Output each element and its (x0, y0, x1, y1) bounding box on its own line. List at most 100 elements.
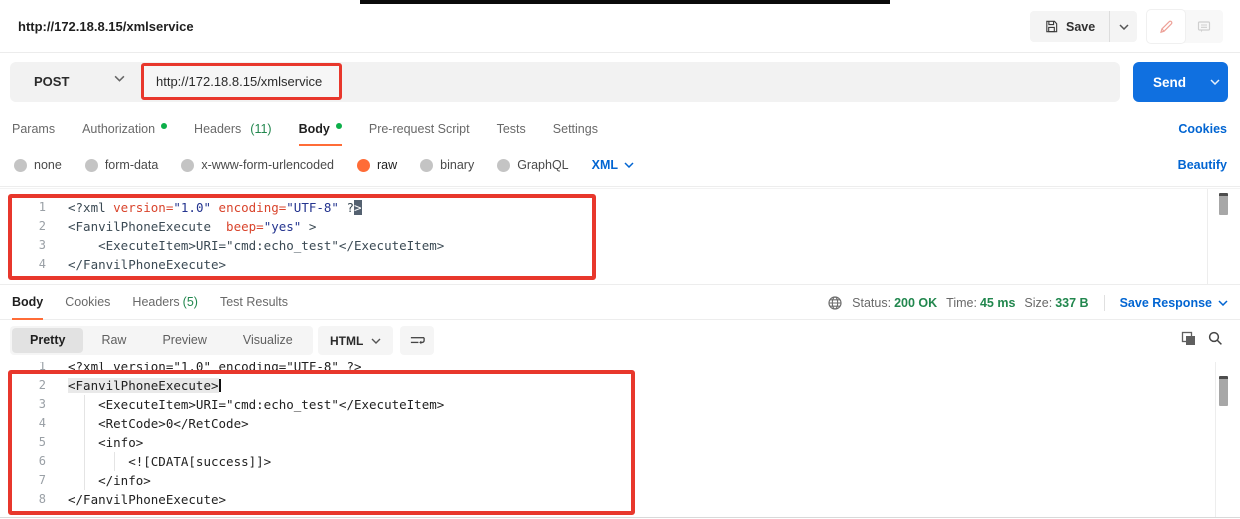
view-tab-raw[interactable]: Raw (83, 328, 144, 353)
edit-request-button[interactable] (1147, 10, 1185, 43)
globe-icon[interactable] (827, 295, 843, 311)
line-number: 6 (0, 452, 46, 471)
save-button[interactable]: Save (1030, 11, 1109, 42)
wrap-line-icon (409, 334, 426, 348)
chevron-down-icon (371, 338, 381, 344)
save-dropdown-button[interactable] (1109, 11, 1137, 42)
view-tab-visualize[interactable]: Visualize (225, 328, 311, 353)
line-number: 2 (0, 376, 46, 395)
code-line[interactable]: 1<?xml version="1.0" encoding="UTF-8" ?> (0, 198, 1240, 217)
method-select[interactable]: POST (34, 62, 69, 102)
line-number: 8 (0, 490, 46, 509)
cookies-link[interactable]: Cookies (1178, 112, 1227, 146)
request-tabs: Params Authorization Headers(11) Body Pr… (0, 112, 1240, 146)
line-number: 1 (0, 198, 46, 217)
copy-icon (1180, 330, 1197, 347)
line-number: 3 (0, 395, 46, 414)
code-line[interactable]: 4 <RetCode>0</RetCode> (0, 414, 1240, 433)
save-floppy-icon (1044, 19, 1059, 34)
code-line[interactable]: 4</FanvilPhoneExecute> (0, 255, 1240, 274)
code-line[interactable]: 1<?xml version="1.0" encoding="UTF-8" ?> (0, 362, 1240, 376)
radio-icon (420, 159, 433, 172)
bodytype-binary[interactable]: binary (420, 158, 474, 172)
green-dot-icon (336, 123, 342, 129)
response-header: Body Cookies Headers(5) Test Results Sta… (0, 285, 1240, 320)
chevron-down-icon (624, 162, 634, 168)
code-line[interactable]: 3 <ExecuteItem>URI="cmd:echo_test"</Exec… (0, 236, 1240, 255)
radio-icon (14, 159, 27, 172)
indent-guide (84, 395, 85, 490)
wrap-line-button[interactable] (400, 326, 434, 355)
bodytype-urlencoded[interactable]: x-www-form-urlencoded (181, 158, 334, 172)
size-metric: Size:337 B (1024, 296, 1088, 310)
request-body-editor[interactable]: 1<?xml version="1.0" encoding="UTF-8" ?>… (0, 188, 1240, 285)
chevron-down-icon[interactable] (114, 75, 125, 82)
radio-icon (85, 159, 98, 172)
beautify-link[interactable]: Beautify (1178, 148, 1227, 182)
bodytype-raw[interactable]: raw (357, 158, 397, 172)
response-view-tabs: Pretty Raw Preview Visualize (10, 326, 313, 355)
line-number: 3 (0, 236, 46, 255)
scrollbar-thumb[interactable] (1219, 193, 1228, 215)
response-tab-body[interactable]: Body (12, 285, 43, 320)
divider (0, 186, 1240, 187)
request-meta-buttons (1147, 10, 1223, 43)
scrollbar-thumb[interactable] (1219, 376, 1228, 406)
response-body-editor[interactable]: 1<?xml version="1.0" encoding="UTF-8" ?>… (0, 362, 1240, 517)
send-button[interactable]: Send (1133, 62, 1228, 102)
comments-button[interactable] (1185, 10, 1223, 43)
bodytype-form-data[interactable]: form-data (85, 158, 159, 172)
view-tab-preview[interactable]: Preview (144, 328, 224, 353)
tab-pre-request-script[interactable]: Pre-request Script (369, 112, 470, 146)
headers-count: (11) (250, 122, 271, 136)
search-button[interactable] (1207, 330, 1224, 347)
code-line[interactable]: 7 </info> (0, 471, 1240, 490)
tab-authorization[interactable]: Authorization (82, 112, 167, 146)
tab-headers[interactable]: Headers(11) (194, 112, 272, 146)
language-select[interactable]: XML (592, 158, 634, 172)
status-value: 200 OK (894, 296, 937, 310)
line-number: 4 (0, 255, 46, 274)
response-headers-count: (5) (183, 295, 198, 309)
code-line[interactable]: 3 <ExecuteItem>URI="cmd:echo_test"</Exec… (0, 395, 1240, 414)
body-type-row: none form-data x-www-form-urlencoded raw… (0, 148, 1240, 182)
bodytype-graphql[interactable]: GraphQL (497, 158, 568, 172)
copy-button[interactable] (1180, 330, 1197, 347)
save-response-button[interactable]: Save Response (1120, 296, 1228, 310)
save-button-group: Save (1030, 11, 1137, 42)
url-annotation-box: http://172.18.8.15/xmlservice (141, 63, 342, 100)
code-line[interactable]: 5 <info> (0, 433, 1240, 452)
comments-icon (1196, 19, 1212, 35)
request-title: http://172.18.8.15/xmlservice (18, 0, 194, 53)
send-label: Send (1133, 75, 1202, 90)
code-line[interactable]: 2<FanvilPhoneExecute beep="yes" > (0, 217, 1240, 236)
tab-body[interactable]: Body (299, 112, 342, 146)
code-line[interactable]: 8</FanvilPhoneExecute> (0, 490, 1240, 509)
tab-params[interactable]: Params (12, 112, 55, 146)
response-tab-test-results[interactable]: Test Results (220, 285, 288, 320)
chevron-down-icon (1119, 24, 1129, 30)
tab-settings[interactable]: Settings (553, 112, 598, 146)
tab-tests[interactable]: Tests (497, 112, 526, 146)
time-metric: Time:45 ms (946, 296, 1015, 310)
indent-guide (114, 452, 115, 471)
divider (1104, 295, 1105, 311)
response-tab-headers[interactable]: Headers(5) (132, 285, 198, 320)
code-line[interactable]: 2<FanvilPhoneExecute> (0, 376, 1240, 395)
code-line[interactable]: 6 <![CDATA[success]]> (0, 452, 1240, 471)
bodytype-none[interactable]: none (14, 158, 62, 172)
response-tab-cookies[interactable]: Cookies (65, 285, 110, 320)
text-cursor (219, 379, 221, 392)
view-tab-pretty[interactable]: Pretty (12, 328, 83, 353)
search-icon (1207, 330, 1224, 347)
chevron-down-icon (1218, 300, 1228, 306)
response-toolbar: Pretty Raw Preview Visualize HTML (0, 320, 1240, 360)
save-label: Save (1066, 20, 1095, 34)
response-format-select[interactable]: HTML (318, 326, 393, 355)
url-input[interactable]: http://172.18.8.15/xmlservice (156, 66, 322, 97)
green-dot-icon (161, 123, 167, 129)
chevron-down-icon[interactable] (1202, 79, 1228, 85)
postman-request-screen: http://172.18.8.15/xmlservice Save (0, 0, 1240, 519)
edit-pencil-icon (1158, 19, 1174, 35)
page-bottom-border (0, 517, 1240, 518)
